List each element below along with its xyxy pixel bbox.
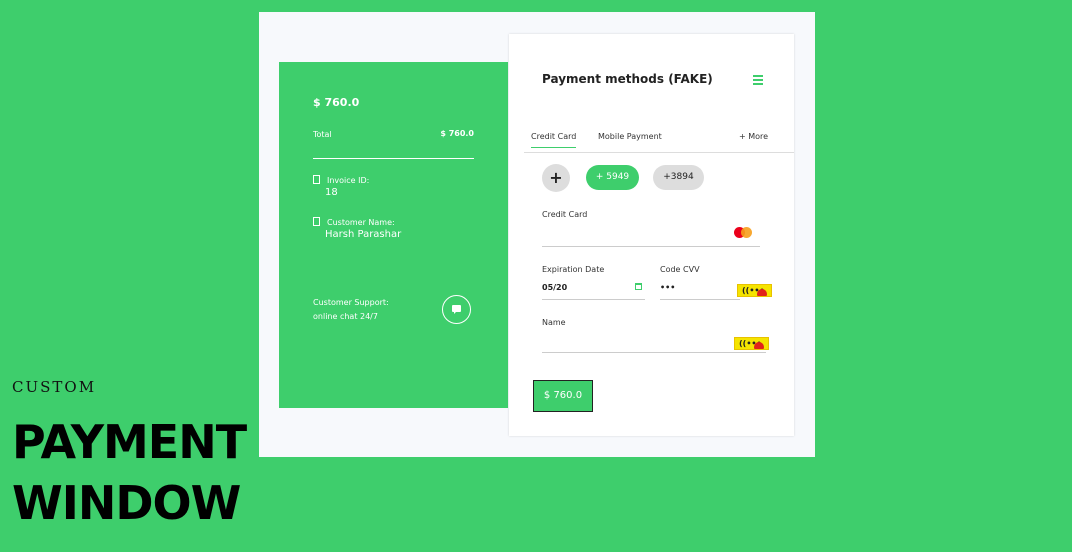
pay-button[interactable]: $ 760.0 <box>533 380 593 412</box>
customer-field: Customer Name: Harsh Parashar <box>313 217 401 240</box>
panel-title: Payment methods (FAKE) <box>542 72 713 86</box>
expiration-underline <box>542 299 645 300</box>
invoice-label: Invoice ID: <box>327 176 370 185</box>
document-icon <box>313 217 320 226</box>
total-value: $ 760.0 <box>440 129 474 138</box>
document-icon <box>313 175 320 184</box>
calendar-icon[interactable] <box>635 283 642 290</box>
card-chip-3894[interactable]: +3894 <box>653 165 704 190</box>
hero-title-line-1: PAYMENT <box>12 415 247 469</box>
cvv-input[interactable]: ••• <box>660 283 675 292</box>
invoice-field: Invoice ID: 18 <box>313 175 369 198</box>
support-line-1: Customer Support: <box>313 298 389 307</box>
customer-label: Customer Name: <box>327 218 395 227</box>
cvv-underline <box>660 299 740 300</box>
add-card-button[interactable]: + <box>542 164 570 192</box>
tab-credit-card[interactable]: Credit Card <box>531 132 577 148</box>
credit-card-label: Credit Card <box>542 210 588 219</box>
hero-title-line-2: WINDOW <box>12 476 241 530</box>
tab-more[interactable]: + More <box>739 132 768 147</box>
chat-icon <box>452 305 461 314</box>
name-input[interactable] <box>542 352 766 353</box>
payment-tabs: Credit Card Mobile Payment + More <box>524 132 794 153</box>
summary-amount: $ 760.0 <box>313 96 360 109</box>
payment-methods-panel: Payment methods (FAKE) Credit Card Mobil… <box>509 34 794 436</box>
chat-button[interactable] <box>442 295 471 324</box>
invoice-value: 18 <box>325 187 338 198</box>
mastercard-icon <box>734 227 752 238</box>
password-manager-icon[interactable]: ((••• <box>734 337 769 350</box>
order-summary-panel: $ 760.0 Total $ 760.0 Invoice ID: 18 Cus… <box>279 62 508 408</box>
support-line-2: online chat 24/7 <box>313 312 378 321</box>
card-chip-5949[interactable]: + 5949 <box>586 165 639 190</box>
tab-mobile-payment[interactable]: Mobile Payment <box>598 132 662 147</box>
expiration-input[interactable]: 05/20 <box>542 283 567 292</box>
expiration-label: Expiration Date <box>542 265 605 274</box>
hero-subtitle: CUSTOM <box>12 378 97 396</box>
customer-value: Harsh Parashar <box>325 229 402 240</box>
cvv-label: Code CVV <box>660 265 700 274</box>
summary-divider <box>313 158 474 159</box>
name-label: Name <box>542 318 566 327</box>
hamburger-menu-icon[interactable] <box>753 75 763 87</box>
customer-support: Customer Support: online chat 24/7 <box>313 296 389 324</box>
credit-card-input[interactable] <box>542 246 760 247</box>
password-manager-icon[interactable]: ((••• <box>737 284 772 297</box>
total-label: Total <box>313 130 332 139</box>
